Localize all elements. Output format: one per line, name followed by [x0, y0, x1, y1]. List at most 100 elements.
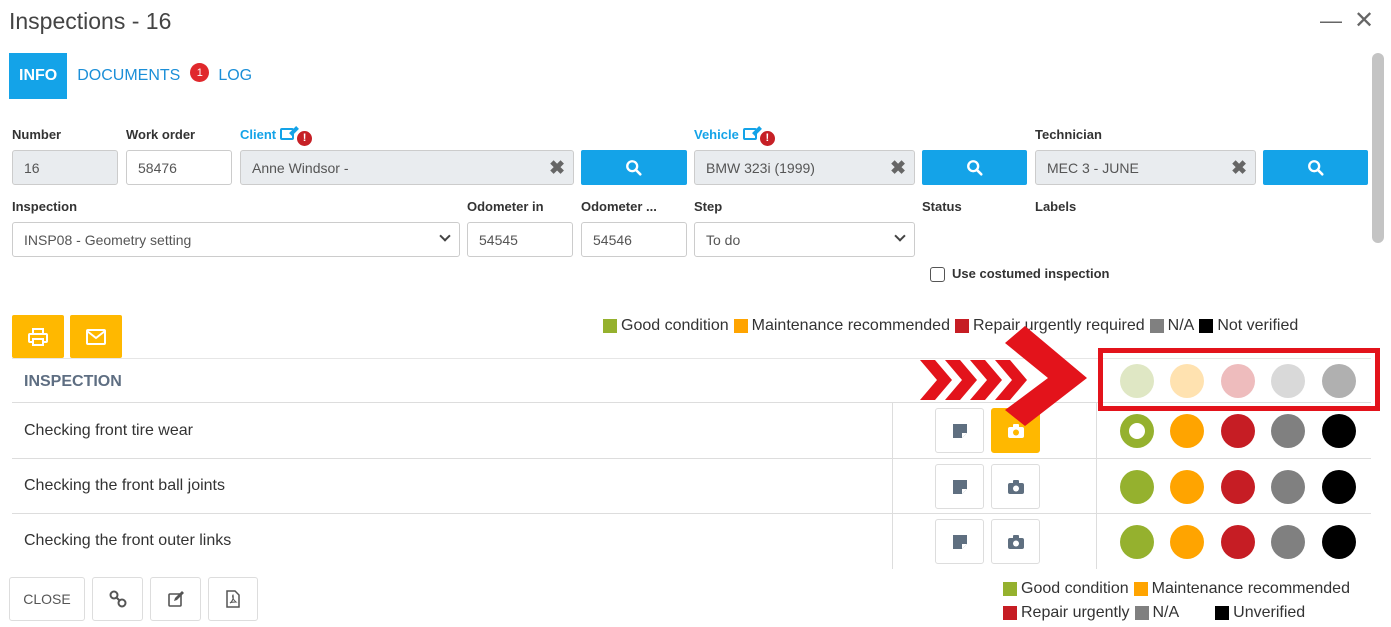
legend-label: Good condition — [1021, 580, 1129, 597]
footer-legend-line2: Repair urgently N/A Unverified — [1003, 604, 1310, 622]
chevron-down-icon — [439, 230, 451, 242]
link-icon — [109, 590, 126, 608]
search-icon — [626, 159, 642, 176]
status-repair-dot[interactable] — [1221, 470, 1255, 504]
chevron-down-icon — [894, 230, 906, 242]
legend-label: Repair urgently — [1021, 604, 1130, 621]
printer-icon — [28, 327, 48, 346]
step-select[interactable]: To do — [694, 222, 915, 257]
legend-swatch — [1215, 606, 1230, 620]
clear-vehicle-icon[interactable]: ✖ — [890, 157, 906, 180]
status-label: Status — [922, 199, 962, 214]
status-na-dot[interactable] — [1271, 414, 1305, 448]
status-maintenance-dot[interactable] — [1170, 414, 1204, 448]
photo-button[interactable] — [991, 464, 1040, 509]
legend-item: N/A — [1149, 317, 1195, 335]
odometer-out-label: Odometer ... — [581, 199, 657, 214]
scrollbar-thumb[interactable] — [1372, 53, 1384, 243]
pdf-button[interactable] — [208, 577, 258, 621]
close-button[interactable]: CLOSE — [9, 577, 85, 621]
client-alert-icon: ! — [297, 131, 313, 146]
legend-label: N/A — [1152, 604, 1180, 621]
inspection-value: INSP08 - Geometry setting — [24, 231, 192, 248]
status-repair-dot[interactable] — [1221, 525, 1255, 559]
tab-documents-label: DOCUMENTS — [77, 67, 181, 84]
status-good-dot[interactable] — [1120, 525, 1154, 559]
legend-item: Repair urgently — [1003, 604, 1130, 622]
row-name: Checking the front ball joints — [24, 477, 225, 494]
email-button[interactable] — [70, 315, 122, 358]
legend-swatch — [1003, 582, 1017, 596]
pdf-icon — [226, 590, 240, 608]
legend-swatch — [733, 319, 748, 333]
table-row: Checking the front outer links — [12, 514, 1371, 569]
client-field[interactable]: Anne Windsor - ✖ — [240, 150, 574, 185]
column-divider — [1096, 514, 1097, 569]
column-divider — [892, 514, 893, 569]
legend-item: Maintenance recommended — [1133, 580, 1350, 598]
odometer-out-field[interactable]: 54546 — [581, 222, 687, 257]
vehicle-search-button[interactable] — [922, 150, 1027, 185]
technician-search-button[interactable] — [1263, 150, 1368, 185]
step-value: To do — [706, 231, 741, 248]
edit-icon — [167, 591, 184, 607]
status-na-dot[interactable] — [1271, 525, 1305, 559]
edit-client-icon[interactable] — [280, 128, 295, 140]
photo-button[interactable] — [991, 519, 1040, 564]
status-unverified-dot[interactable] — [1322, 470, 1356, 504]
tab-documents[interactable]: DOCUMENTS 1 — [67, 53, 210, 99]
window-title: Inspections - 16 — [9, 8, 172, 34]
status-unverified-dot[interactable] — [1322, 525, 1356, 559]
camera-icon — [1007, 534, 1024, 549]
print-button[interactable] — [12, 315, 64, 358]
vehicle-label[interactable]: Vehicle — [694, 127, 739, 142]
step-label: Step — [694, 199, 723, 214]
clear-client-icon[interactable]: ✖ — [549, 157, 565, 180]
minimize-icon[interactable]: — — [1320, 8, 1342, 34]
legend-item: N/A — [1134, 604, 1180, 622]
table-row: Checking the front ball joints — [12, 459, 1371, 514]
legend-item: Unverified — [1215, 604, 1305, 622]
note-button[interactable] — [935, 464, 984, 509]
custom-inspection-checkbox[interactable] — [930, 267, 945, 282]
legend-label: N/A — [1167, 317, 1195, 334]
legend-item: Good condition — [1003, 580, 1129, 598]
vehicle-label-group: Vehicle! — [694, 127, 775, 146]
legend-item: Not verified — [1199, 317, 1298, 335]
client-search-button[interactable] — [581, 150, 687, 185]
search-icon — [966, 159, 983, 176]
inspection-select[interactable]: INSP08 - Geometry setting — [12, 222, 460, 257]
edit-vehicle-icon[interactable] — [742, 128, 757, 140]
client-label-group: Client! — [240, 127, 313, 146]
number-field[interactable]: 16 — [12, 150, 118, 185]
legend-swatch — [1003, 606, 1017, 620]
vehicle-field[interactable]: BMW 323i (1999) ✖ — [694, 150, 915, 185]
column-divider — [1096, 459, 1097, 513]
status-unverified-dot[interactable] — [1322, 414, 1356, 448]
table-header-title: INSPECTION — [24, 373, 122, 390]
link-button[interactable] — [92, 577, 143, 621]
work-order-field[interactable]: 58476 — [126, 150, 232, 185]
tab-info[interactable]: INFO — [9, 53, 68, 99]
documents-badge: 1 — [190, 63, 210, 82]
status-good-dot[interactable] — [1120, 414, 1154, 448]
clear-technician-icon[interactable]: ✖ — [1231, 157, 1247, 180]
note-button[interactable] — [935, 519, 984, 564]
status-maintenance-dot[interactable] — [1170, 525, 1204, 559]
tab-log[interactable]: LOG — [208, 53, 262, 99]
labels-label: Labels — [1035, 199, 1077, 214]
technician-value: MEC 3 - JUNE — [1047, 159, 1139, 176]
odometer-in-label: Odometer in — [467, 199, 544, 214]
status-repair-dot[interactable] — [1221, 414, 1255, 448]
footer-legend-line1: Good condition Maintenance recommended — [1003, 580, 1355, 598]
odometer-in-field[interactable]: 54545 — [467, 222, 573, 257]
client-label[interactable]: Client — [240, 127, 276, 142]
search-icon — [1307, 159, 1324, 176]
technician-field[interactable]: MEC 3 - JUNE ✖ — [1035, 150, 1256, 185]
status-na-dot[interactable] — [1271, 470, 1305, 504]
status-good-dot[interactable] — [1120, 470, 1154, 504]
edit-button[interactable] — [150, 577, 201, 621]
close-icon[interactable]: ✕ — [1354, 6, 1374, 35]
client-value: Anne Windsor - — [252, 159, 349, 176]
status-maintenance-dot[interactable] — [1170, 470, 1204, 504]
